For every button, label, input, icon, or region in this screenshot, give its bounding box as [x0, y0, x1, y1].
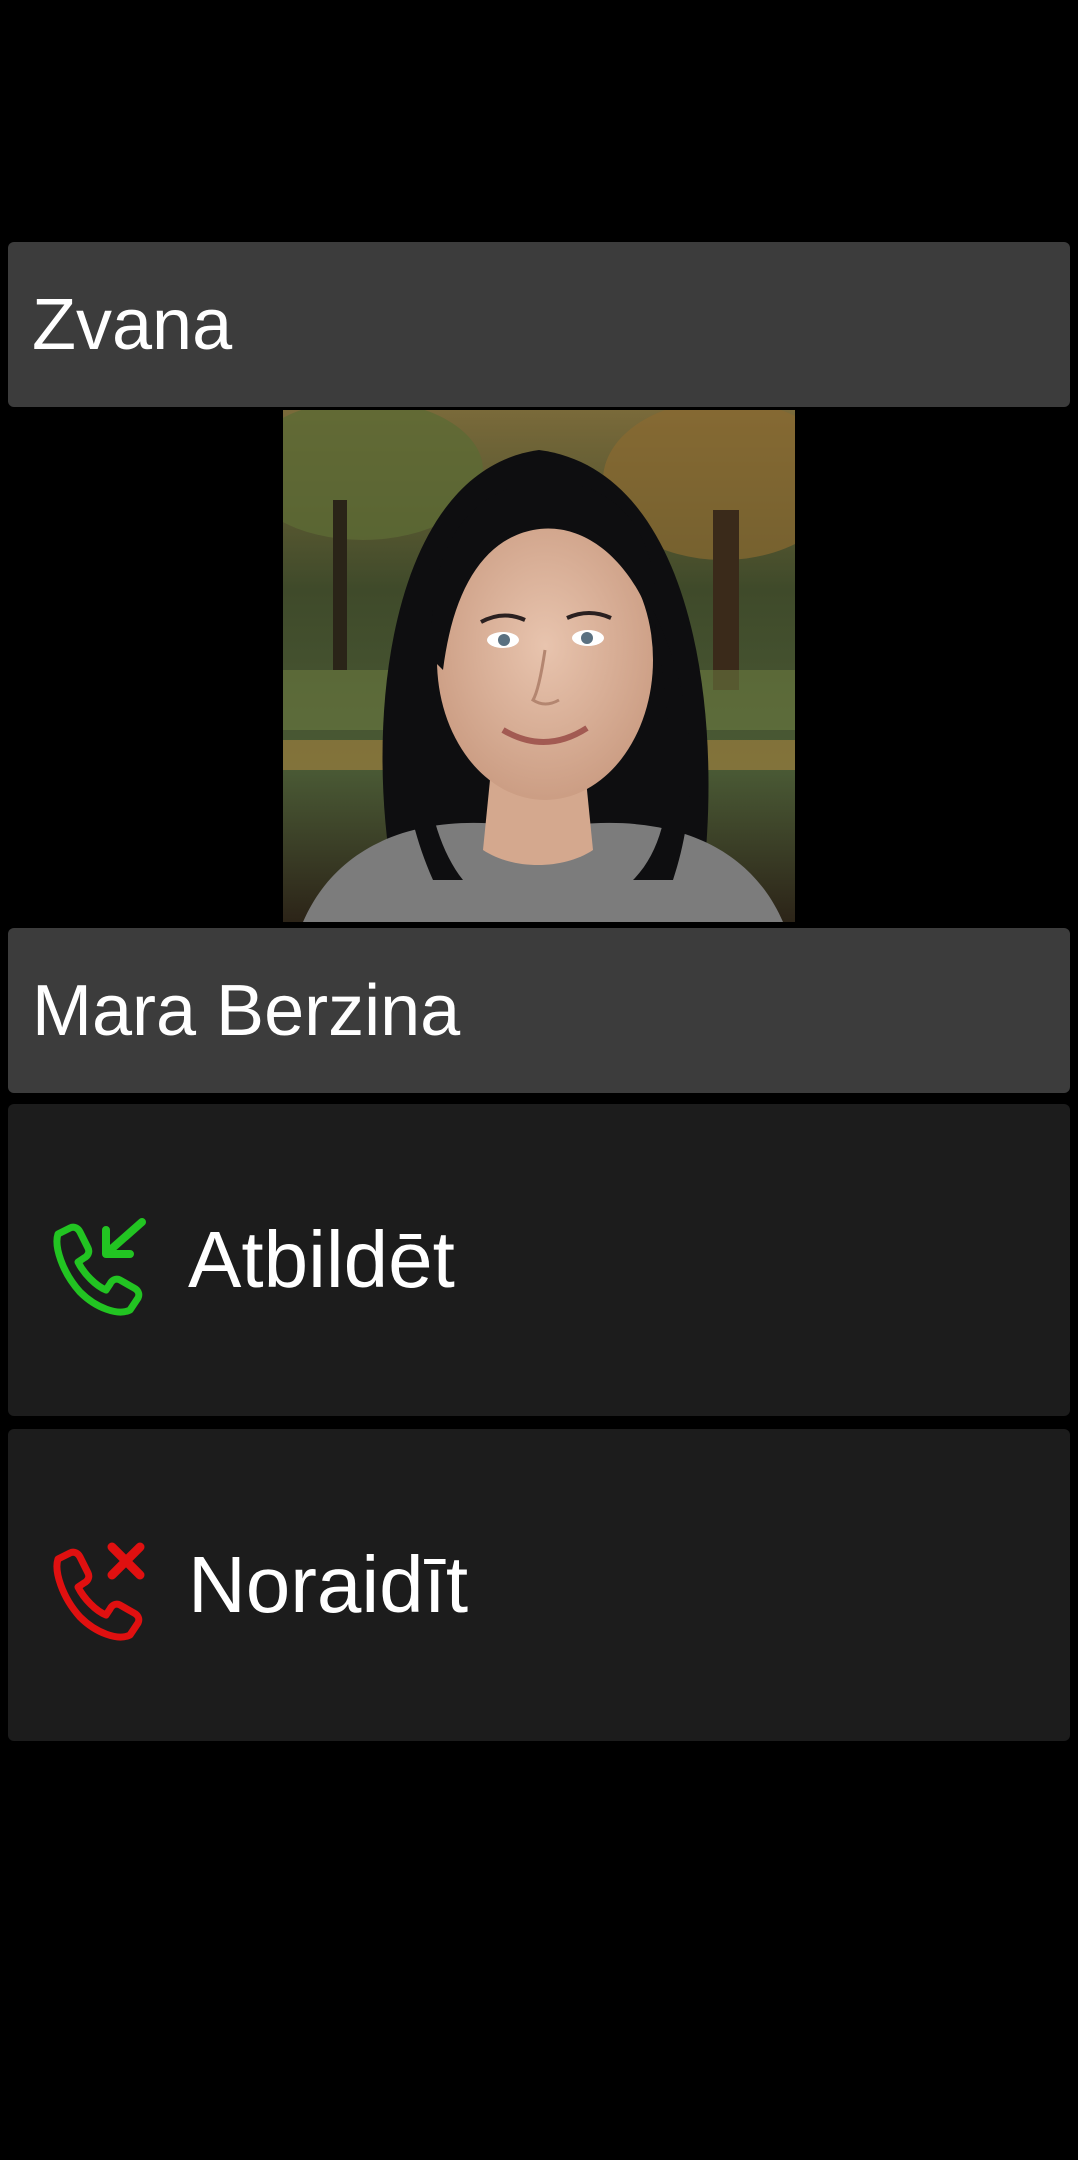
answer-label: Atbildēt — [188, 1215, 455, 1304]
missed-call-icon — [44, 1525, 164, 1645]
decline-label: Noraidīt — [188, 1540, 469, 1629]
caller-photo-image — [283, 410, 795, 922]
caller-name-bar: Mara Berzina — [8, 928, 1070, 1093]
caller-name: Mara Berzina — [32, 970, 461, 1051]
incoming-call-icon — [44, 1200, 164, 1320]
answer-button[interactable]: Atbildēt — [8, 1104, 1070, 1416]
call-title: Zvana — [32, 284, 233, 365]
call-header: Zvana — [8, 242, 1070, 407]
decline-button[interactable]: Noraidīt — [8, 1429, 1070, 1741]
caller-photo — [283, 410, 795, 922]
